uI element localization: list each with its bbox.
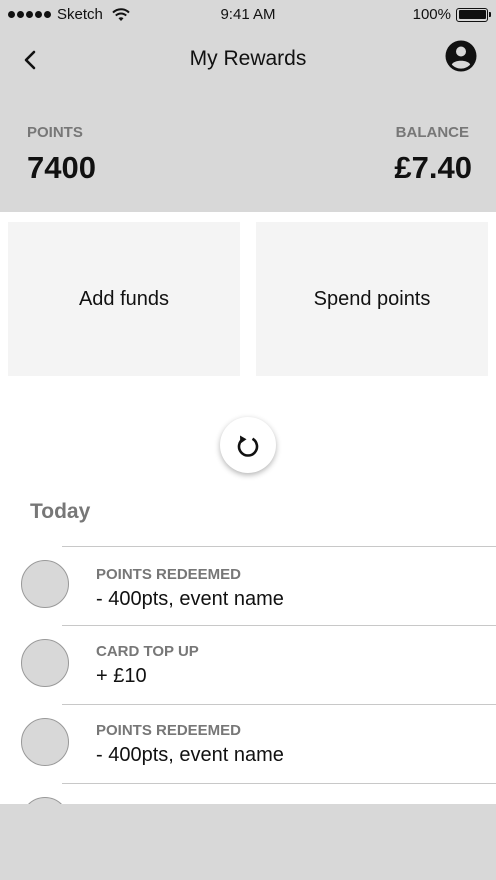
balance-value: £7.40 [394,150,472,185]
points-label: POINTS [27,124,83,141]
refresh-icon [237,435,259,457]
section-heading-today: Today [30,500,91,523]
battery-level-fill [458,10,486,19]
spend-points-button[interactable]: Spend points [256,222,488,376]
account-circle-icon [445,40,477,72]
transaction-detail: + £10 [96,665,147,687]
spend-points-label: Spend points [313,287,431,310]
refresh-button[interactable] [220,417,276,473]
battery-indicator: 100% [412,6,491,23]
page-title: My Rewards [189,47,307,70]
transaction-detail: - 400pts, event name [96,588,284,610]
balance-label: BALANCE [395,124,469,141]
transaction-type: POINTS REDEEMED [96,722,242,739]
battery-icon [456,7,491,22]
bottom-bar [0,804,496,880]
avatar [21,560,69,608]
navigation-bar: My Rewards [0,30,496,90]
add-funds-button[interactable]: Add funds [8,222,240,376]
battery-percent: 100% [412,6,451,23]
add-funds-label: Add funds [78,287,170,310]
rewards-summary: POINTS 7400 BALANCE £7.40 [0,90,496,212]
list-item[interactable]: POINTS REDEEMED - 400pts, event name [0,705,496,783]
transaction-type: CARD TOP UP [96,643,199,660]
status-bar: Sketch 9:41 AM 100% [0,0,496,30]
points-value: 7400 [27,150,96,185]
list-item[interactable]: CARD TOP UP + £10 [0,626,496,704]
transaction-type: POINTS REDEEMED [96,566,242,583]
list-item[interactable]: POINTS REDEEMED - 400pts, event name [0,547,496,625]
profile-button[interactable] [444,39,478,73]
avatar [21,718,69,766]
transaction-detail: - 400pts, event name [96,744,284,766]
avatar [21,639,69,687]
